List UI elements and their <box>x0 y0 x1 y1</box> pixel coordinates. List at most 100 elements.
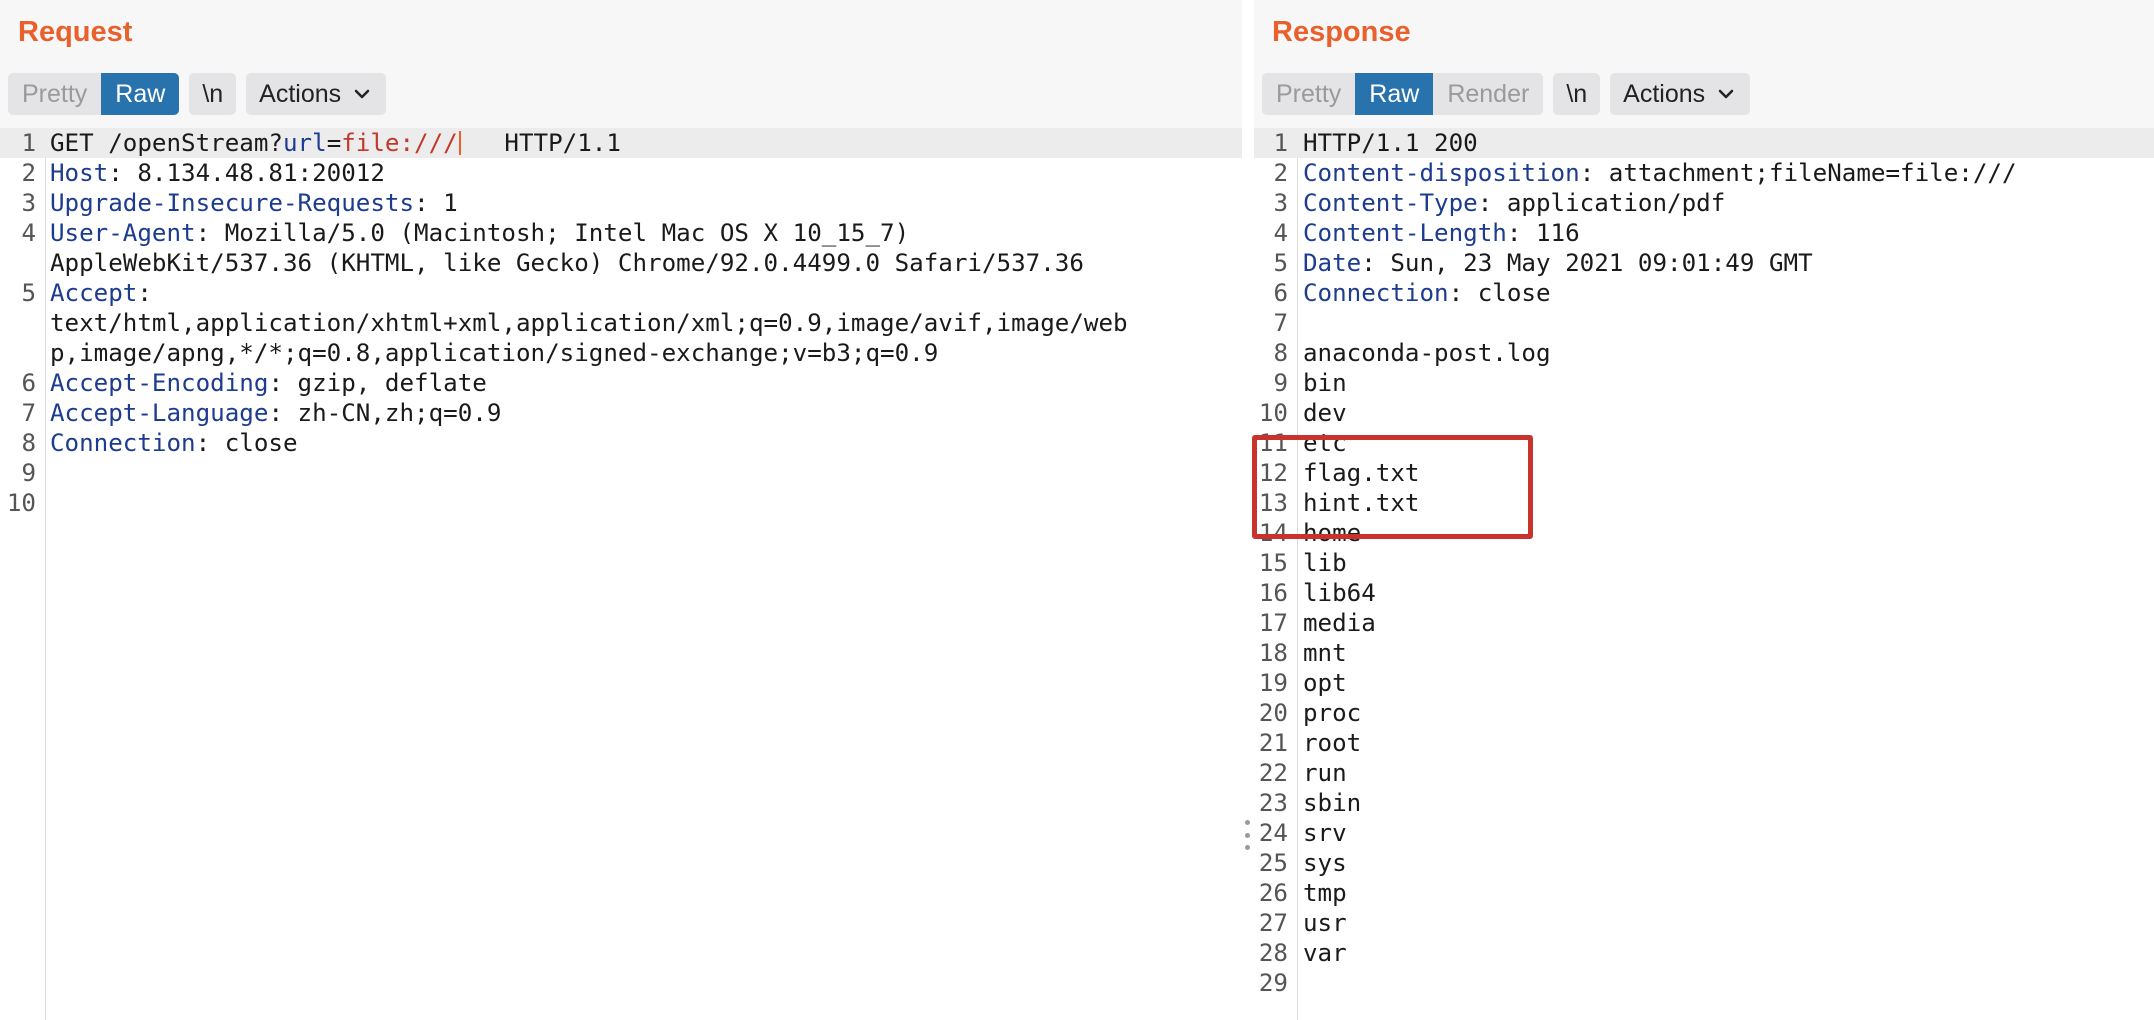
code-token: srv <box>1303 819 1347 847</box>
code-token: = <box>326 129 342 157</box>
line-number: 2 <box>21 159 36 187</box>
header-name: Connection <box>50 429 196 457</box>
line-text: lib64 <box>1303 579 1376 607</box>
code-line: 2 Content-disposition: attachment;fileNam… <box>1254 158 2154 188</box>
line-text: p,image/apng,*/*;q=0.8,application/signe… <box>50 339 938 367</box>
code-token: : attachment;fileName=file:/// <box>1579 159 2017 187</box>
line-text: Host: 8.134.48.81:20012 <box>50 159 385 187</box>
code-line: 16 lib64 <box>1254 578 2154 608</box>
code-line: 5 Date: Sun, 23 May 2021 09:01:49 GMT <box>1254 248 2154 278</box>
code-token: lib64 <box>1303 579 1376 607</box>
line-text: Connection: close <box>1303 279 1551 307</box>
response-tab-pretty[interactable]: Pretty <box>1262 73 1356 115</box>
code-line: 28 var <box>1254 938 2154 968</box>
request-editor[interactable]: 1 GET /openStream?url=file:/// HTTP/1.1 2 H… <box>0 128 1242 1020</box>
drag-handle-icon[interactable] <box>1244 820 1250 850</box>
response-tab-render[interactable]: Render <box>1433 73 1544 115</box>
code-token: : Mozilla/5.0 (Macintosh; Intel Mac OS X… <box>195 219 910 247</box>
code-token: : <box>137 279 152 307</box>
line-text: tmp <box>1303 879 1347 907</box>
line-text: AppleWebKit/537.36 (KHTML, like Gecko) C… <box>50 249 1084 277</box>
request-newline-toggle[interactable]: \n <box>189 73 237 115</box>
code-token: : Sun, 23 May 2021 09:01:49 GMT <box>1361 249 1813 277</box>
line-number: 29 <box>1258 969 1288 997</box>
header-name: Content-Type <box>1303 189 1478 217</box>
code-line: 24 srv <box>1254 818 2154 848</box>
line-text: srv <box>1303 819 1347 847</box>
line-text: media <box>1303 609 1376 637</box>
response-header: Response Pretty Raw Render \n Actions <box>1254 0 2154 128</box>
header-name: Accept-Language <box>50 399 269 427</box>
line-number: 6 <box>21 369 36 397</box>
line-number: 8 <box>21 429 36 457</box>
code-token: GET /openStream? <box>50 129 283 157</box>
line-number: 4 <box>1273 219 1288 247</box>
line-text: HTTP/1.1 200 <box>1303 129 1478 157</box>
annotation-highlight-box <box>1252 435 1533 539</box>
code-line: 7 Accept-Language: zh-CN,zh;q=0.9 <box>0 398 1242 428</box>
response-title: Response <box>1272 16 1411 48</box>
header-name: Host <box>50 159 109 187</box>
code-line: 3 Content-Type: application/pdf <box>1254 188 2154 218</box>
line-text: Connection: close <box>50 429 298 457</box>
code-line: 17 media <box>1254 608 2154 638</box>
line-number: 8 <box>1273 339 1288 367</box>
code-line: 10 dev <box>1254 398 2154 428</box>
code-token: text/html,application/xhtml+xml,applicat… <box>50 309 1128 337</box>
code-token: p,image/apng,*/*;q=0.8,application/signe… <box>50 339 939 367</box>
code-line: 25 sys <box>1254 848 2154 878</box>
request-tab-pretty[interactable]: Pretty <box>8 73 102 115</box>
request-actions-button[interactable]: Actions <box>246 73 387 115</box>
line-text: var <box>1303 939 1347 967</box>
code-line: 29 <box>1254 968 2154 998</box>
code-token: HTTP/1.1 200 <box>1303 129 1478 157</box>
code-line: 9 bin <box>1254 368 2154 398</box>
response-newline-toggle[interactable]: \n <box>1553 73 1601 115</box>
line-text: opt <box>1303 669 1347 697</box>
code-line: AppleWebKit/537.36 (KHTML, like Gecko) C… <box>0 248 1242 278</box>
code-line: 20 proc <box>1254 698 2154 728</box>
code-line: 26 tmp <box>1254 878 2154 908</box>
line-text: Content-Length: 116 <box>1303 219 1580 247</box>
code-line: 18 mnt <box>1254 638 2154 668</box>
code-line: 3 Upgrade-Insecure-Requests: 1 <box>0 188 1242 218</box>
code-line: 1 HTTP/1.1 200 <box>1254 128 2154 158</box>
code-line: p,image/apng,*/*;q=0.8,application/signe… <box>0 338 1242 368</box>
line-number: 7 <box>21 399 36 427</box>
response-actions-button[interactable]: Actions <box>1610 73 1751 115</box>
line-number: 6 <box>1273 279 1288 307</box>
response-tab-raw[interactable]: Raw <box>1355 73 1434 115</box>
line-number: 16 <box>1258 579 1288 607</box>
code-token: media <box>1303 609 1376 637</box>
line-number: 21 <box>1258 729 1288 757</box>
line-text: User-Agent: Mozilla/5.0 (Macintosh; Inte… <box>50 219 909 247</box>
code-line: 2 Host: 8.134.48.81:20012 <box>0 158 1242 188</box>
request-view-tabs: Pretty Raw <box>8 73 180 115</box>
line-number: 10 <box>1258 399 1288 427</box>
code-token: AppleWebKit/537.36 (KHTML, like Gecko) C… <box>50 249 1084 277</box>
request-code: 1 GET /openStream?url=file:/// HTTP/1.1 2 H… <box>0 128 1242 518</box>
line-number: 17 <box>1258 609 1288 637</box>
response-editor[interactable]: 1 HTTP/1.1 200 2 Content-disposition: attac… <box>1254 128 2154 1020</box>
request-tab-raw[interactable]: Raw <box>101 73 180 115</box>
code-line: 9 <box>0 458 1242 488</box>
code-token: var <box>1303 939 1347 967</box>
request-actions-label: Actions <box>259 80 342 108</box>
line-text: mnt <box>1303 639 1347 667</box>
line-text: GET /openStream?url=file:/// HTTP/1.1 <box>50 129 621 157</box>
line-number: 9 <box>21 459 36 487</box>
header-name: Connection <box>1303 279 1449 307</box>
code-token: root <box>1303 729 1362 757</box>
line-number: 20 <box>1258 699 1288 727</box>
code-line: 23 sbin <box>1254 788 2154 818</box>
line-text: usr <box>1303 909 1347 937</box>
line-number: 4 <box>21 219 36 247</box>
chevron-down-icon <box>354 89 370 99</box>
code-token: tmp <box>1303 879 1347 907</box>
header-name: Content-Length <box>1303 219 1507 247</box>
code-line: 4 Content-Length: 116 <box>1254 218 2154 248</box>
line-text: proc <box>1303 699 1361 727</box>
code-token: opt <box>1303 669 1347 697</box>
request-title: Request <box>18 16 133 48</box>
code-line: 22 run <box>1254 758 2154 788</box>
